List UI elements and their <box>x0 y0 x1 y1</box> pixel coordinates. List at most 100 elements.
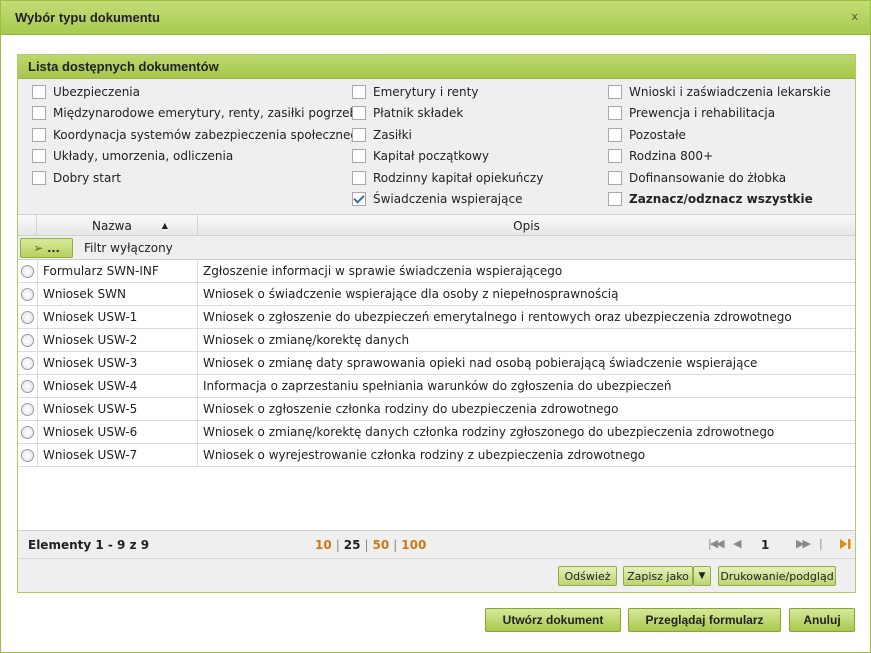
browse-form-button[interactable]: Przeglądaj formularz <box>628 608 781 632</box>
items-count: Elementy 1 - 9 z 9 <box>28 538 150 552</box>
row-name: Wniosek USW-2 <box>37 329 198 351</box>
dialog-title: Wybór typu dokumentu <box>15 10 160 25</box>
checkbox-label: Emerytury i renty <box>373 85 479 99</box>
row-desc: Wniosek o zmianę daty sprawowania opieki… <box>203 356 758 370</box>
print-preview-button[interactable]: Drukowanie/podgląd <box>718 566 836 586</box>
pager: Elementy 1 - 9 z 9 10 | 25 | 50 | 100 |◀◀ ◀ 1 … <box>18 530 855 558</box>
category-rodzina-800[interactable]: Rodzina 800+ <box>608 149 713 163</box>
category-kapital-opiekunczy[interactable]: Rodzinny kapitał opiekuńczy <box>352 171 543 185</box>
checkbox-label: Ubezpieczenia <box>53 85 140 99</box>
checkbox[interactable] <box>352 171 366 185</box>
row-radio[interactable] <box>21 426 34 439</box>
row-radio[interactable] <box>21 403 34 416</box>
category-koordynacja[interactable]: Koordynacja systemów zabezpieczenia społ… <box>32 128 365 142</box>
checkbox[interactable] <box>352 85 366 99</box>
filter-button[interactable]: ➢ ... <box>20 238 73 258</box>
row-name: Wniosek USW-7 <box>37 444 198 466</box>
row-desc: Wniosek o zmianę/korektę danych członka … <box>203 425 775 439</box>
checkbox-checked[interactable] <box>352 192 366 206</box>
close-icon[interactable]: x <box>851 10 858 23</box>
next-page-icon[interactable]: ▶▶ <box>796 537 811 550</box>
checkbox-label: Układy, umorzenia, odliczenia <box>53 149 234 163</box>
save-as-button[interactable]: Zapisz jako <box>623 566 693 586</box>
row-name: Wniosek USW-3 <box>37 352 198 374</box>
table-row[interactable]: Wniosek USW-2 Wniosek o zmianę/korektę da… <box>18 329 855 352</box>
table-row[interactable]: Wniosek USW-7 Wniosek o wyrejestrowanie c… <box>18 444 855 467</box>
category-emerytury[interactable]: Emerytury i renty <box>352 85 478 99</box>
row-radio[interactable] <box>21 288 34 301</box>
category-uklady[interactable]: Układy, umorzenia, odliczenia <box>32 149 233 163</box>
checkbox-label: Międzynarodowe emerytury, renty, zasiłki… <box>53 106 361 120</box>
column-header-name[interactable]: Nazwa ▲ <box>37 215 198 236</box>
checkbox[interactable] <box>32 85 46 99</box>
table-row[interactable]: Wniosek USW-3 Wniosek o zmianę daty spraw… <box>18 352 855 375</box>
last-page-icon[interactable] <box>838 537 852 551</box>
select-all-checkbox[interactable]: Zaznacz/odznacz wszystkie <box>608 192 813 206</box>
checkbox-label: Wnioski i zaświadczenia lekarskie <box>629 85 831 99</box>
table-row[interactable]: Wniosek USW-4 Informacja o zaprzestaniu s… <box>18 375 855 398</box>
row-name: Wniosek USW-6 <box>37 421 198 443</box>
table-row[interactable]: Wniosek USW-5 Wniosek o zgłoszenie członk… <box>18 398 855 421</box>
checkbox-label: Zasiłki <box>373 128 412 142</box>
save-as-dropdown-icon[interactable]: ▼ <box>693 566 711 586</box>
checkbox[interactable] <box>608 192 622 206</box>
checkbox[interactable] <box>32 171 46 185</box>
category-platnik[interactable]: Płatnik składek <box>352 106 463 120</box>
category-kapital-poczatkowy[interactable]: Kapitał początkowy <box>352 149 489 163</box>
checkbox[interactable] <box>608 171 622 185</box>
create-document-button[interactable]: Utwórz dokument <box>485 608 621 632</box>
prev-page-icon[interactable]: ◀ <box>733 537 742 550</box>
category-prewencja[interactable]: Prewencja i rehabilitacja <box>608 106 775 120</box>
table-row[interactable]: Wniosek USW-1 Wniosek o zgłoszenie do ube… <box>18 306 855 329</box>
category-zasilki[interactable]: Zasiłki <box>352 128 412 142</box>
checkbox[interactable] <box>32 149 46 163</box>
column-header-desc-label: Opis <box>513 218 540 233</box>
row-radio[interactable] <box>21 380 34 393</box>
row-name: Formularz SWN-INF <box>37 260 198 282</box>
filter-status: Filtr wyłączony <box>84 241 173 255</box>
page-size-100[interactable]: 100 <box>401 538 426 552</box>
row-radio[interactable] <box>21 334 34 347</box>
table-header: Nazwa ▲ Opis <box>18 214 855 236</box>
checkbox-label: Zaznacz/odznacz wszystkie <box>629 192 813 206</box>
table-row[interactable]: Wniosek SWN Wniosek o świadczenie wspiera… <box>18 283 855 306</box>
refresh-button[interactable]: Odśwież <box>558 566 617 586</box>
checkbox[interactable] <box>352 106 366 120</box>
row-name: Wniosek SWN <box>37 283 198 305</box>
row-desc: Zgłoszenie informacji w sprawie świadcze… <box>203 264 563 278</box>
checkbox[interactable] <box>608 128 622 142</box>
dialog-titlebar[interactable]: Wybór typu dokumentu x <box>1 1 870 35</box>
checkbox[interactable] <box>32 106 46 120</box>
table-row[interactable]: Wniosek USW-6 Wniosek o zmianę/korektę da… <box>18 421 855 444</box>
checkbox[interactable] <box>608 85 622 99</box>
row-radio[interactable] <box>21 357 34 370</box>
next-icon[interactable]: | <box>819 537 822 550</box>
category-dofinansowanie-zlobka[interactable]: Dofinansowanie do żłobka <box>608 171 786 185</box>
checkbox[interactable] <box>352 128 366 142</box>
category-swiadczenia-wspierajace[interactable]: Świadczenia wspierające <box>352 192 522 206</box>
category-miedzynarodowe[interactable]: Międzynarodowe emerytury, renty, zasiłki… <box>32 106 361 120</box>
page-size-10[interactable]: 10 <box>315 538 332 552</box>
page-size-25[interactable]: 25 <box>344 538 361 552</box>
category-pozostale[interactable]: Pozostałe <box>608 128 686 142</box>
cancel-button[interactable]: Anuluj <box>789 608 855 632</box>
category-ubezpieczenia[interactable]: Ubezpieczenia <box>32 85 140 99</box>
checkbox[interactable] <box>32 128 46 142</box>
column-header-desc[interactable]: Opis <box>198 215 855 236</box>
checkbox[interactable] <box>608 106 622 120</box>
category-wnioski-lekarskie[interactable]: Wnioski i zaświadczenia lekarskie <box>608 85 831 99</box>
first-page-icon[interactable]: |◀◀ <box>708 537 725 550</box>
row-radio[interactable] <box>21 311 34 324</box>
checkbox-label: Świadczenia wspierające <box>373 192 523 206</box>
table-row[interactable]: Formularz SWN-INF Zgłoszenie informacji w… <box>18 260 855 283</box>
row-radio[interactable] <box>21 265 34 278</box>
row-desc: Wniosek o zgłoszenie członka rodziny do … <box>203 402 619 416</box>
page-size-50[interactable]: 50 <box>373 538 390 552</box>
panel-header: Lista dostępnych dokumentów <box>18 55 855 79</box>
checkbox[interactable] <box>608 149 622 163</box>
checkbox[interactable] <box>352 149 366 163</box>
checkbox-label: Dobry start <box>53 171 121 185</box>
category-dobry-start[interactable]: Dobry start <box>32 171 121 185</box>
document-type-dialog: Wybór typu dokumentu x Lista dostępnych … <box>0 0 871 653</box>
row-radio[interactable] <box>21 449 34 462</box>
